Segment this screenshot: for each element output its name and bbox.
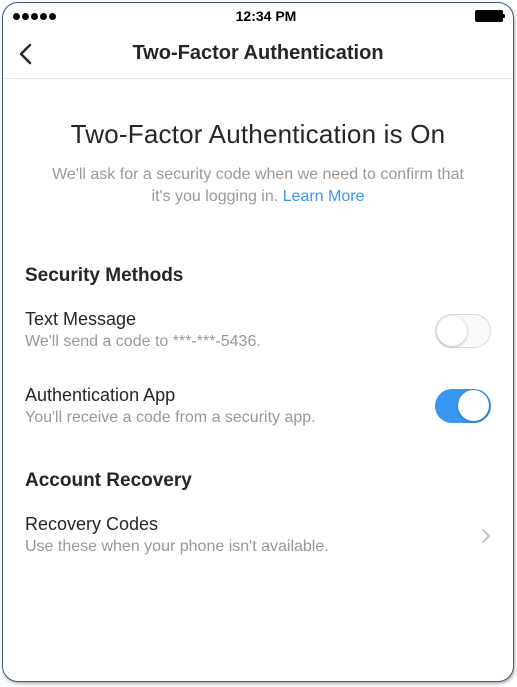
recovery-codes-title: Recovery Codes [25,514,473,535]
text-message-row: Text Message We'll send a code to ***-**… [25,291,491,367]
recovery-codes-subtitle: Use these when your phone isn't availabl… [25,537,473,558]
text-message-title: Text Message [25,309,435,330]
text-message-toggle[interactable] [435,314,491,348]
page-title: Two-Factor Authentication [3,42,513,65]
chevron-left-icon [18,43,32,65]
recovery-codes-row[interactable]: Recovery Codes Use these when your phone… [25,496,491,572]
status-bar: 12:34 PM [3,3,513,29]
auth-app-subtitle: You'll receive a code from a security ap… [25,408,435,429]
hero-section: Two-Factor Authentication is On We'll as… [25,79,491,237]
security-methods-header: Security Methods [25,265,491,287]
auth-app-toggle[interactable] [435,389,491,423]
hero-title: Two-Factor Authentication is On [35,119,481,150]
auth-app-row: Authentication App You'll receive a code… [25,367,491,443]
text-message-subtitle: We'll send a code to ***-***-5436. [25,332,435,353]
battery-icon [475,10,503,22]
nav-bar: Two-Factor Authentication [3,29,513,79]
content: Two-Factor Authentication is On We'll as… [3,79,513,572]
signal-strength-icon [13,13,57,20]
back-button[interactable] [3,32,47,76]
hero-subtitle-text: We'll ask for a security code when we ne… [52,166,464,205]
learn-more-link[interactable]: Learn More [283,188,365,205]
chevron-right-icon [481,528,491,544]
auth-app-title: Authentication App [25,385,435,406]
status-time: 12:34 PM [236,8,297,24]
hero-subtitle: We'll ask for a security code when we ne… [35,164,481,209]
device-frame: 12:34 PM Two-Factor Authentication Two-F… [2,2,514,682]
account-recovery-header: Account Recovery [25,470,491,492]
